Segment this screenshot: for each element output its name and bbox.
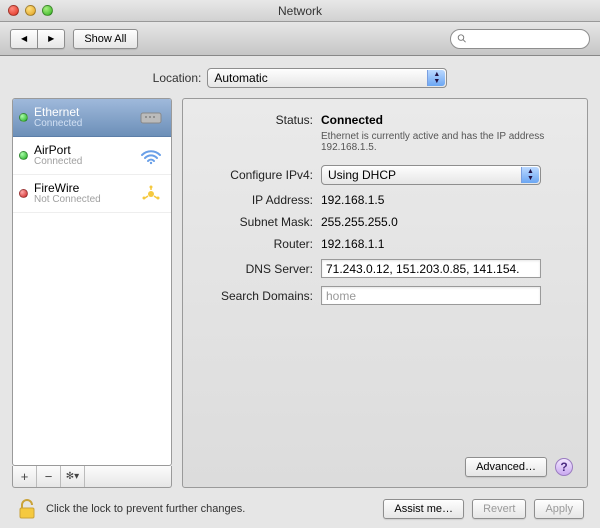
lock-text: Click the lock to prevent further change… xyxy=(46,503,245,515)
assist-me-button[interactable]: Assist me… xyxy=(383,499,464,519)
content-area: Location: Automatic ▲▼ Ethernet Connecte… xyxy=(0,56,600,528)
subnet-mask-value: 255.255.255.0 xyxy=(321,215,398,229)
router-value: 192.168.1.1 xyxy=(321,237,384,251)
status-dot-icon xyxy=(19,151,28,160)
firewire-icon xyxy=(137,183,165,205)
dns-server-input[interactable] xyxy=(321,259,541,278)
search-icon xyxy=(457,33,467,44)
add-service-button[interactable]: + xyxy=(13,466,37,487)
router-label: Router: xyxy=(193,237,313,251)
status-dot-icon xyxy=(19,189,28,198)
details-pane: Status: Connected Ethernet is currently … xyxy=(182,98,588,488)
service-name: AirPort xyxy=(34,144,137,156)
sidebar-item-ethernet[interactable]: Ethernet Connected xyxy=(13,99,171,137)
subnet-mask-label: Subnet Mask: xyxy=(193,215,313,229)
dns-server-label: DNS Server: xyxy=(193,262,313,276)
status-value: Connected xyxy=(321,113,383,127)
forward-button[interactable]: ▶ xyxy=(38,29,65,49)
service-status: Connected xyxy=(34,118,137,130)
ethernet-icon xyxy=(137,107,165,129)
search-domains-label: Search Domains: xyxy=(193,289,313,303)
apply-button[interactable]: Apply xyxy=(534,499,584,519)
configure-label: Configure IPv4: xyxy=(193,168,313,182)
sidebar-item-airport[interactable]: AirPort Connected xyxy=(13,137,171,175)
service-status: Connected xyxy=(34,156,137,168)
ip-address-value: 192.168.1.5 xyxy=(321,193,384,207)
wifi-icon xyxy=(137,145,165,167)
ip-address-label: IP Address: xyxy=(193,193,313,207)
service-status: Not Connected xyxy=(34,194,137,206)
dropdown-arrows-icon: ▲▼ xyxy=(521,167,539,183)
close-icon[interactable] xyxy=(8,5,19,16)
advanced-button[interactable]: Advanced… xyxy=(465,457,547,477)
sidebar-item-firewire[interactable]: FireWire Not Connected xyxy=(13,175,171,213)
location-value: Automatic xyxy=(214,71,267,85)
bottom-bar: Click the lock to prevent further change… xyxy=(12,488,588,520)
service-name: FireWire xyxy=(34,182,137,194)
toolbar: ◀ ▶ Show All xyxy=(0,22,600,56)
main-split: Ethernet Connected AirPort Connected xyxy=(12,98,588,488)
window-title: Network xyxy=(0,4,600,18)
status-dot-icon xyxy=(19,113,28,122)
sidebar-column: Ethernet Connected AirPort Connected xyxy=(12,98,172,488)
configure-ipv4-dropdown[interactable]: Using DHCP ▲▼ xyxy=(321,165,541,185)
help-button[interactable]: ? xyxy=(555,458,573,476)
search-domains-input[interactable] xyxy=(321,286,541,305)
search-field[interactable] xyxy=(450,29,590,49)
show-all-button[interactable]: Show All xyxy=(73,29,137,49)
location-row: Location: Automatic ▲▼ xyxy=(12,62,588,98)
dropdown-arrows-icon: ▲▼ xyxy=(427,70,445,86)
nav-segment: ◀ ▶ xyxy=(10,29,65,49)
remove-service-button[interactable]: − xyxy=(37,466,61,487)
location-label: Location: xyxy=(153,71,202,85)
configure-value: Using DHCP xyxy=(328,168,396,182)
back-button[interactable]: ◀ xyxy=(10,29,38,49)
minimize-icon[interactable] xyxy=(25,5,36,16)
status-label: Status: xyxy=(193,113,313,127)
titlebar: Network xyxy=(0,0,600,22)
status-description: Ethernet is currently active and has the… xyxy=(321,131,551,153)
search-input[interactable] xyxy=(471,33,583,45)
service-name: Ethernet xyxy=(34,106,137,118)
action-gear-button[interactable]: ✻▾ xyxy=(61,466,85,487)
location-dropdown[interactable]: Automatic ▲▼ xyxy=(207,68,447,88)
lock-icon[interactable] xyxy=(16,498,38,520)
sidebar-footer: + − ✻▾ xyxy=(12,466,172,488)
zoom-icon[interactable] xyxy=(42,5,53,16)
service-list: Ethernet Connected AirPort Connected xyxy=(12,98,172,466)
revert-button[interactable]: Revert xyxy=(472,499,526,519)
window-controls xyxy=(8,5,53,16)
